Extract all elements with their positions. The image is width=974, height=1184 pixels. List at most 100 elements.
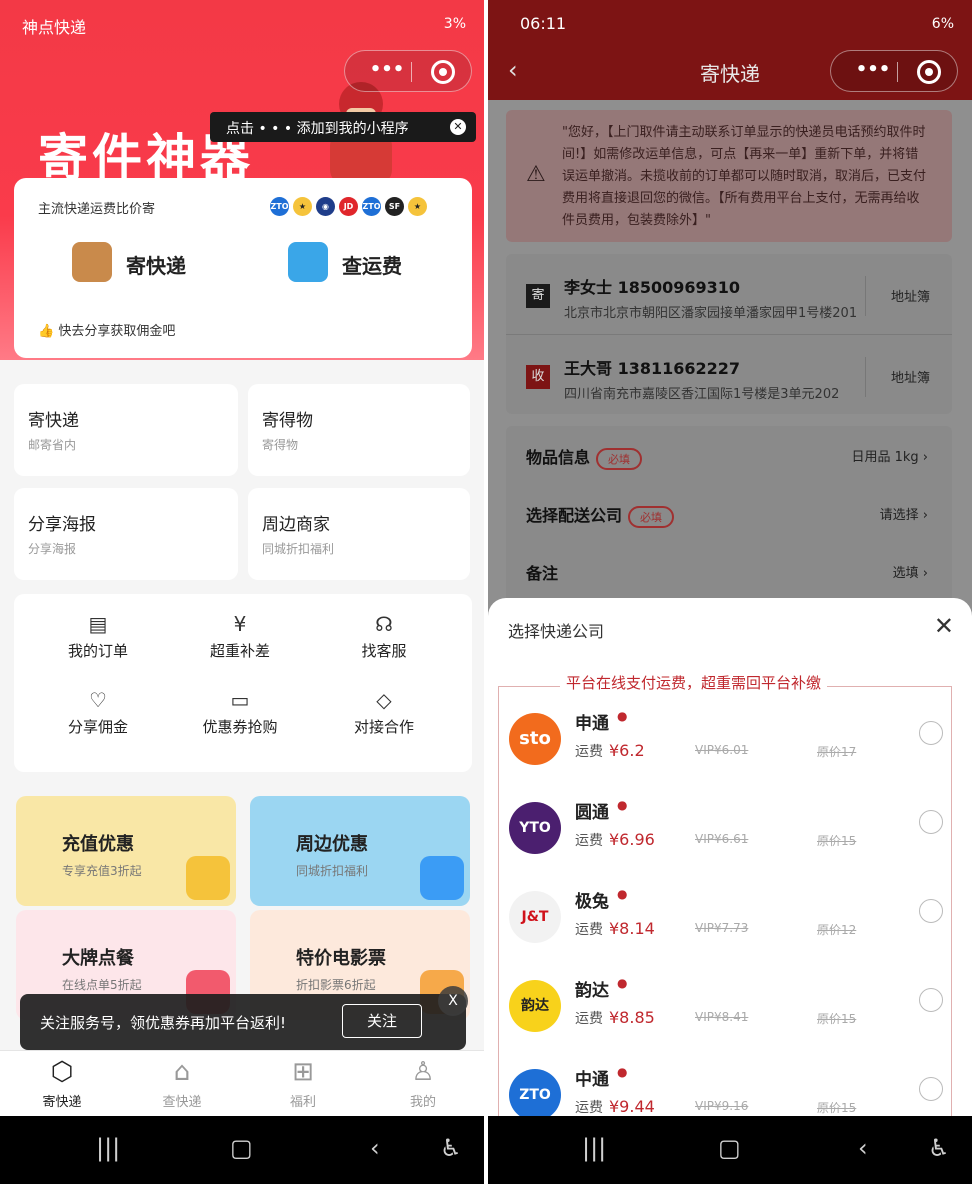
miniprogram-capsule: ••• (344, 50, 472, 92)
user-icon: ♙ (411, 1057, 435, 1087)
tip-close-icon[interactable]: ✕ (450, 119, 466, 135)
sender-address-book[interactable]: 地址簿 (891, 286, 930, 305)
grid-item-customer-service[interactable]: ☊ 找客服 (314, 612, 454, 661)
courier-option[interactable]: 韵达 韵达 ● 运费 ¥8.85 VIP¥8.41 原价15 (499, 962, 953, 1051)
carrier-logo-icon: ★ (293, 197, 312, 216)
search-doc-icon (288, 242, 328, 282)
follow-toast: 关注服务号，领优惠券再加平台返利! 关注 (20, 994, 466, 1050)
required-badge: 必填 (628, 506, 675, 528)
courier-list: sto 申通 ● 运费 ¥6.2 VIP¥6.01 原价17 YTO 圆通 ● 运费 ¥… (498, 686, 952, 1126)
courier-option[interactable]: J&T 极兔 ● 运费 ¥8.14 VIP¥7.73 原价12 (499, 873, 953, 962)
select-radio[interactable] (919, 721, 943, 745)
accessibility-icon[interactable]: ♿ (928, 1134, 950, 1162)
promo-subtitle: 折扣影票6折起 (296, 978, 376, 992)
notice-text: "您好，【上门取件请主动联系订单显示的快递员电话预约取件时间!】如需修改运单信息… (562, 125, 927, 228)
more-icon[interactable]: ••• (849, 59, 897, 80)
service-icon: ☊ (375, 612, 393, 636)
courier-price: 运费 ¥6.2 (575, 741, 645, 760)
sheet-close-icon[interactable]: ✕ (934, 612, 954, 640)
carrier-logo-icon: SF (385, 197, 404, 216)
share-commission-link[interactable]: 👍 快去分享获取佣金吧 (38, 320, 175, 339)
vip-price: VIP¥6.01 (695, 743, 749, 757)
tile-title: 寄快递 (28, 411, 79, 431)
gift-box-icon (420, 856, 464, 900)
compare-card: 主流快递运费比价寄 ZTO ★ ◉ JD ZTO SF ★ 寄快递 查运费 👍 快去分享获取… (14, 178, 472, 358)
courier-name: 中通 ● (575, 1065, 628, 1090)
promo-title: 周边优惠 (296, 834, 368, 855)
select-radio[interactable] (919, 810, 943, 834)
sender-block[interactable]: 寄 李女士 18500969310 北京市北京市朝阳区潘家园接单潘家园甲1号楼2… (506, 254, 952, 334)
tile-send-express[interactable]: 寄快递 邮寄省内 (14, 384, 238, 476)
courier-option[interactable]: YTO 圆通 ● 运费 ¥6.96 VIP¥6.61 原价15 (499, 784, 953, 873)
promo-subtitle: 同城折扣福利 (296, 864, 369, 878)
status-time: 06:11 (520, 14, 567, 33)
select-radio[interactable] (919, 988, 943, 1012)
tab-query-express[interactable]: ⌂ 查快递 (142, 1057, 222, 1110)
courier-price: 运费 ¥9.44 (575, 1097, 655, 1116)
tab-mine[interactable]: ♙ 我的 (383, 1057, 463, 1110)
toast-close-icon[interactable]: X (438, 986, 468, 1016)
status-bar: 06:11 6% (488, 0, 972, 52)
close-miniprogram-icon[interactable] (917, 60, 941, 84)
tile-title: 寄得物 (262, 411, 313, 431)
grid-item-my-orders[interactable]: ▤ 我的订单 (28, 612, 168, 661)
recents-icon[interactable]: ||| (582, 1134, 606, 1162)
receiver-block[interactable]: 收 王大哥 13811662227 四川省南充市嘉陵区香江国际1号楼是3单元20… (506, 334, 952, 414)
row-item-info[interactable]: 物品信息 必填 日用品 1kg › (506, 426, 952, 482)
grid-item-overweight[interactable]: ¥ 超重补差 (170, 612, 310, 661)
grid-item-coupons[interactable]: ▭ 优惠券抢购 (170, 688, 310, 737)
tile-subtitle: 同城折扣福利 (262, 542, 335, 556)
jt-logo-icon: J&T (509, 891, 561, 943)
select-radio[interactable] (919, 899, 943, 923)
promo-recharge[interactable]: 充值优惠 专享充值3折起 (16, 796, 236, 906)
tile-share-poster[interactable]: 分享海报 分享海报 (14, 488, 238, 580)
payment-banner: 平台在线支付运费，超重需回平台补缴 (560, 672, 828, 693)
vip-price: VIP¥9.16 (695, 1099, 749, 1113)
courier-price: 运费 ¥8.14 (575, 919, 655, 938)
grid-item-share-commission[interactable]: ♡ 分享佣金 (28, 688, 168, 737)
receiver-address-book[interactable]: 地址簿 (891, 367, 930, 386)
status-app-name: 神点快递 (22, 18, 87, 37)
tile-dewu[interactable]: 寄得物 寄得物 (248, 384, 470, 476)
recharge-icon (186, 856, 230, 900)
accessibility-icon[interactable]: ♿ (440, 1134, 462, 1162)
row-courier-select[interactable]: 选择配送公司 必填 请选择 › (506, 484, 952, 540)
warning-icon: ⚠ (526, 162, 546, 187)
recents-icon[interactable]: ||| (96, 1134, 120, 1162)
toast-message: 关注服务号，领优惠券再加平台返利! (40, 1014, 287, 1032)
handshake-icon: ◇ (376, 688, 392, 712)
yto-logo-icon: YTO (509, 802, 561, 854)
more-icon[interactable]: ••• (363, 59, 411, 80)
back-icon[interactable]: ‹ (370, 1134, 380, 1162)
tile-nearby-merchants[interactable]: 周边商家 同城折扣福利 (248, 488, 470, 580)
back-icon[interactable]: ‹ (858, 1134, 868, 1162)
row-remark[interactable]: 备注 选填 › (506, 542, 952, 598)
courier-name: 圆通 ● (575, 798, 628, 823)
courier-name: 韵达 ● (575, 976, 628, 1001)
coupon-icon: ▭ (230, 688, 250, 712)
grid-item-cooperation[interactable]: ◇ 对接合作 (314, 688, 454, 737)
promo-nearby[interactable]: 周边优惠 同城折扣福利 (250, 796, 470, 906)
sheet-title: 选择快递公司 (508, 622, 605, 641)
commission-icon: ♡ (89, 688, 107, 712)
vip-price: VIP¥8.41 (695, 1010, 749, 1024)
miniprogram-capsule: ••• (830, 50, 958, 92)
row-value: 选填 › (892, 566, 928, 581)
tab-benefits[interactable]: ⊞ 福利 (263, 1057, 343, 1110)
address-card: 寄 李女士 18500969310 北京市北京市朝阳区潘家园接单潘家园甲1号楼2… (506, 254, 952, 414)
right-screen: 06:11 6% ‹ 寄快递 ••• ⚠ "您好，【上门取件请主动联系订单显示的… (488, 0, 972, 1184)
carrier-logo-icon: ◉ (316, 197, 335, 216)
close-miniprogram-icon[interactable] (431, 60, 455, 84)
tab-send-express[interactable]: ⬡ 寄快递 (22, 1057, 102, 1110)
courier-option[interactable]: sto 申通 ● 运费 ¥6.2 VIP¥6.01 原价17 (499, 695, 953, 784)
row-label: 物品信息 必填 (526, 444, 643, 470)
carrier-logo-icon: ZTO (362, 197, 381, 216)
select-radio[interactable] (919, 1077, 943, 1101)
original-price: 原价17 (817, 745, 857, 759)
follow-button[interactable]: 关注 (342, 1004, 422, 1038)
original-price: 原价15 (817, 1101, 857, 1115)
left-screen: 寄件神器 神点快递 3% ••• 点击 • • • 添加到我的小程序 ✕ 主流快… (0, 0, 484, 1184)
home-icon[interactable]: ▢ (718, 1134, 741, 1162)
sender-address: 北京市北京市朝阳区潘家园接单潘家园甲1号楼201 (564, 306, 858, 321)
home-icon[interactable]: ▢ (230, 1134, 253, 1162)
